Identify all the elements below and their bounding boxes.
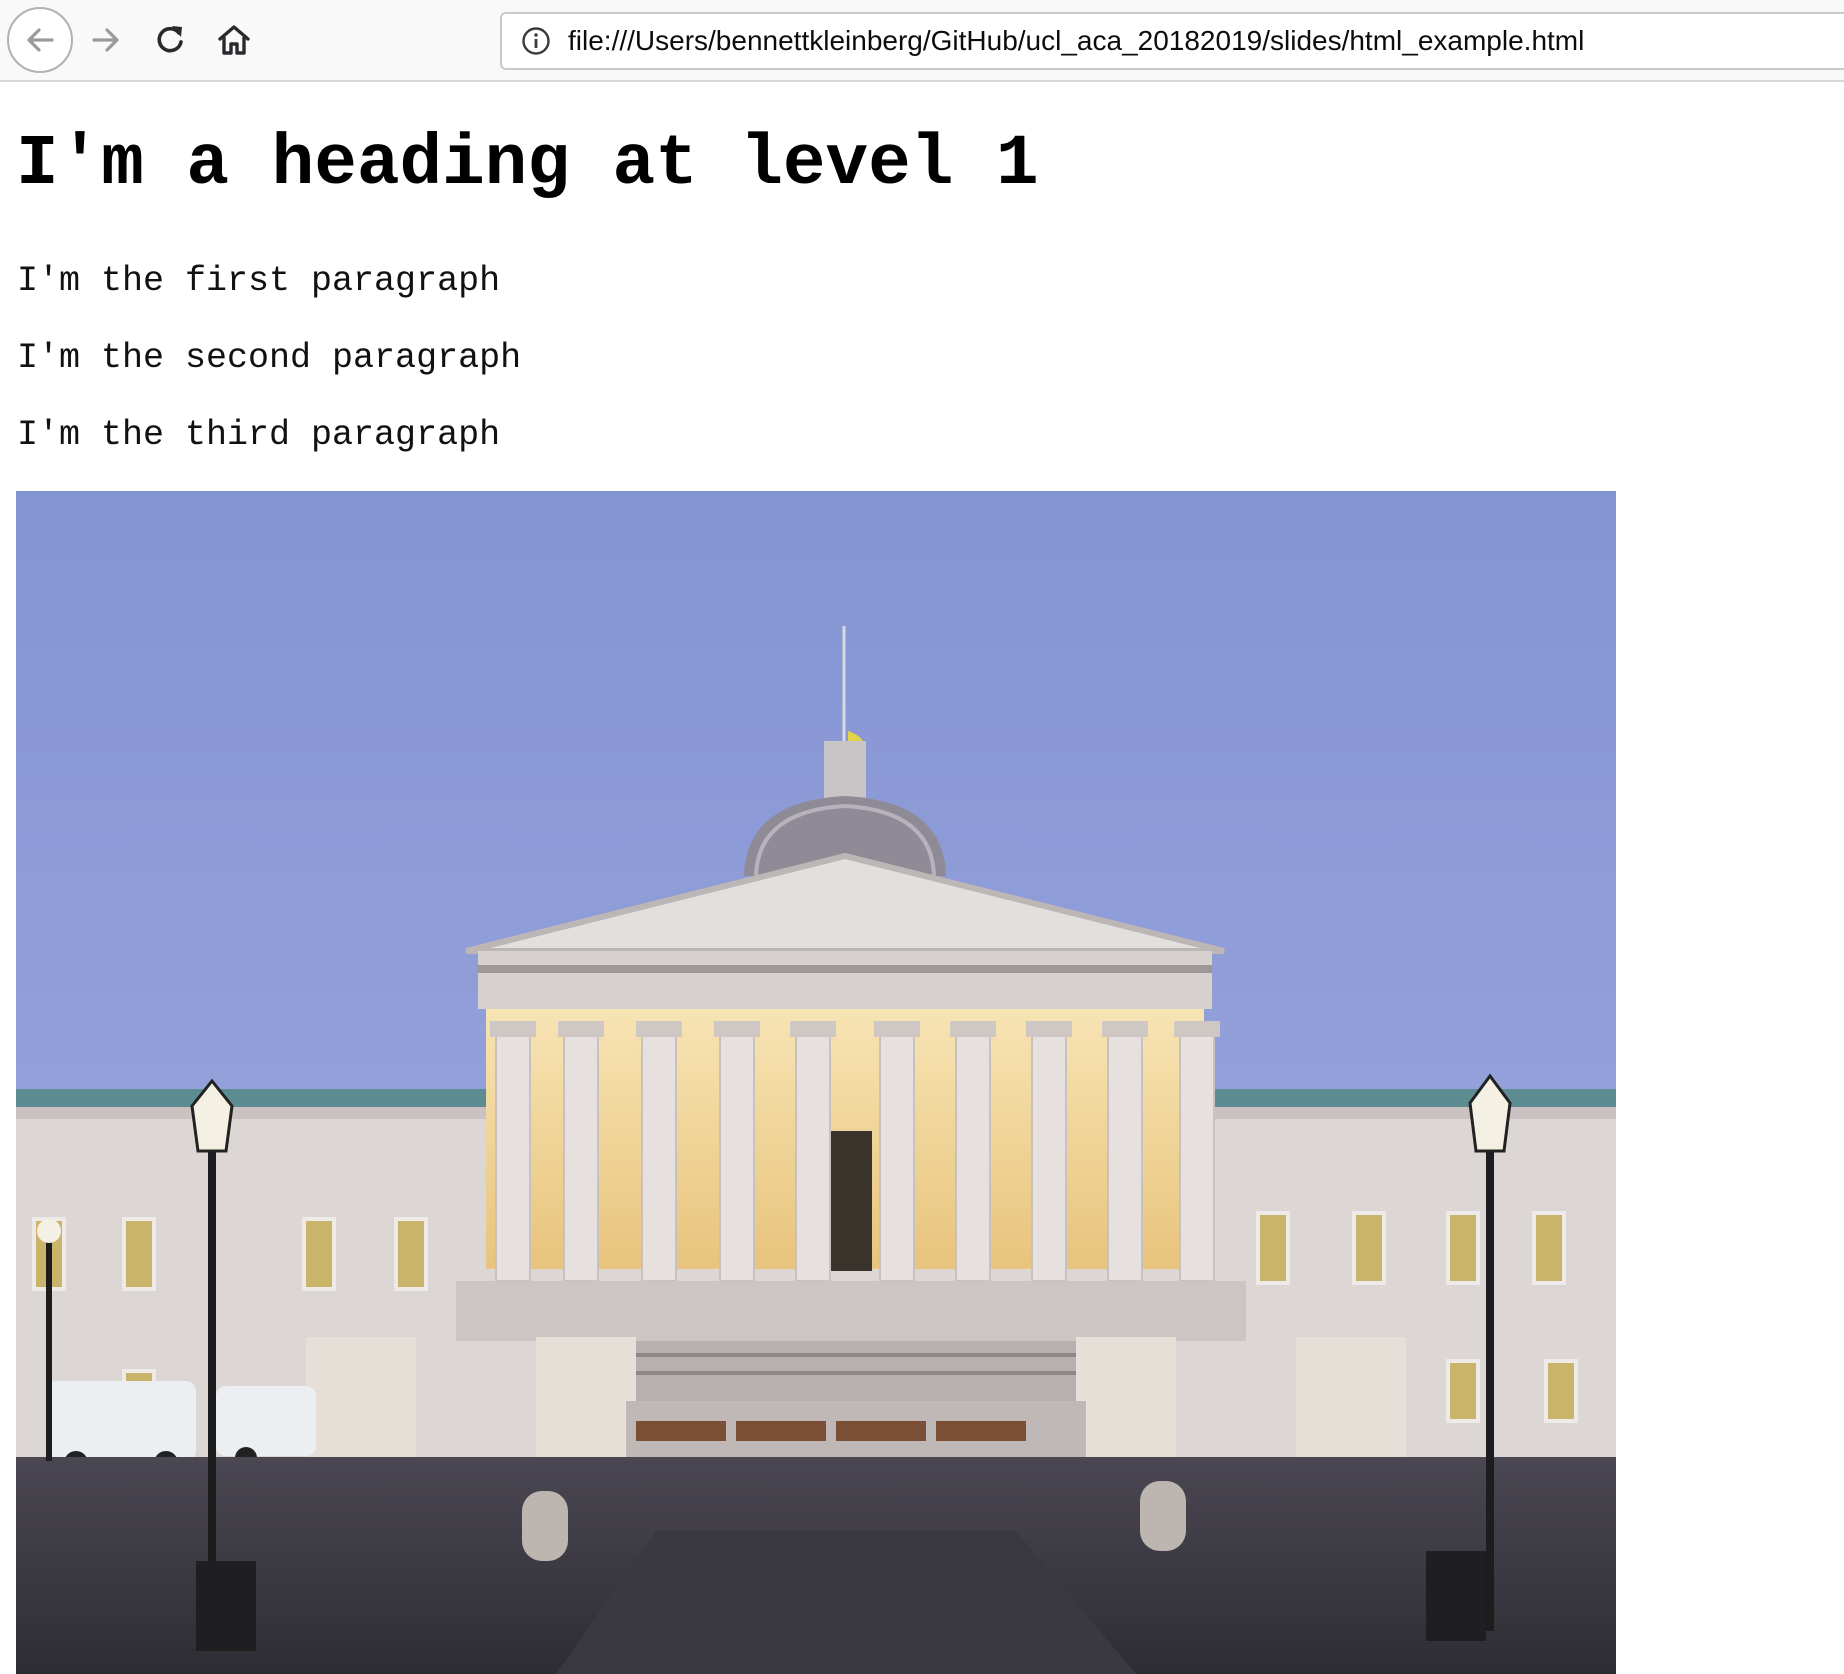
back-button[interactable]	[7, 7, 73, 73]
arrow-right-icon	[92, 28, 119, 52]
reload-button[interactable]	[144, 14, 196, 66]
page-content: I'm a heading at level 1 I'm the first p…	[0, 84, 1844, 1674]
info-icon[interactable]	[520, 25, 552, 57]
paragraph-first: I'm the first paragraph	[17, 261, 501, 301]
browser-toolbar: file:///Users/bennettkleinberg/GitHub/uc…	[0, 0, 1844, 82]
url-bar[interactable]: file:///Users/bennettkleinberg/GitHub/uc…	[500, 12, 1844, 70]
paragraph-third: I'm the third paragraph	[17, 415, 501, 455]
forward-button[interactable]	[80, 14, 132, 66]
home-button[interactable]	[208, 14, 260, 66]
paragraph-second: I'm the second paragraph	[17, 338, 522, 378]
url-text[interactable]: file:///Users/bennettkleinberg/GitHub/uc…	[568, 25, 1584, 57]
reload-icon	[157, 26, 183, 53]
arrow-left-icon	[27, 28, 54, 52]
page-heading: I'm a heading at level 1	[16, 125, 1039, 205]
home-icon	[218, 25, 250, 55]
building-photo	[16, 491, 1616, 1674]
